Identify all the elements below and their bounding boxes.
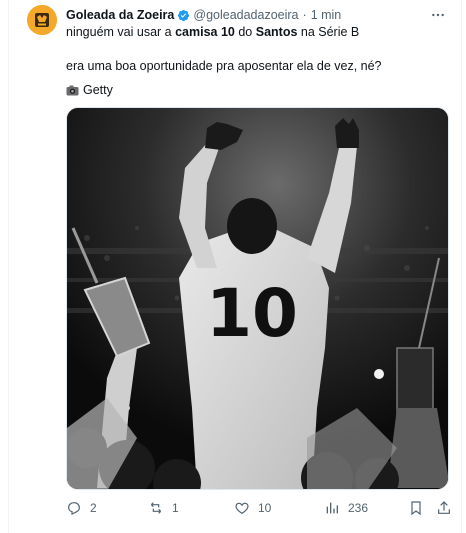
- photo-credit: Getty: [66, 83, 113, 97]
- bold-text: Santos: [255, 25, 298, 39]
- author-name[interactable]: Goleada da Zoeira: [66, 8, 174, 22]
- celebration-photo: 10: [67, 108, 448, 489]
- bookmark-icon: [411, 501, 421, 516]
- jersey-number: 10: [206, 275, 298, 352]
- repost-button[interactable]: 1: [148, 498, 179, 518]
- repost-icon: [150, 502, 162, 514]
- more-options-icon[interactable]: [430, 7, 446, 23]
- like-icon: [235, 502, 249, 515]
- bookmark-button[interactable]: [408, 498, 432, 518]
- like-count: 10: [258, 501, 272, 515]
- camera-icon: [66, 85, 79, 96]
- reply-count: 2: [90, 501, 97, 515]
- verified-badge-icon: [177, 9, 190, 22]
- share-icon: [438, 501, 450, 514]
- credit-text: Getty: [83, 83, 113, 97]
- reply-icon: [68, 502, 80, 515]
- separator-dot: ·: [302, 8, 307, 22]
- tweet-text-line-1: ninguém vai usar a camisa 10 do Santos n…: [66, 25, 359, 39]
- share-button[interactable]: [436, 498, 460, 518]
- tweet-text-line-2: era uma boa oportunidade pra aposentar e…: [66, 59, 382, 73]
- text-segment: do: [234, 25, 256, 39]
- timestamp[interactable]: 1 min: [311, 8, 342, 22]
- text-segment: na Série B: [297, 25, 360, 39]
- tweet-actions: 2 1 10 236: [66, 498, 450, 518]
- reply-button[interactable]: 2: [66, 498, 97, 518]
- author-handle[interactable]: @goleadadazoeira: [193, 8, 298, 22]
- views-count: 236: [348, 501, 369, 515]
- repost-count: 1: [172, 501, 179, 515]
- author-avatar[interactable]: [27, 5, 57, 35]
- like-button[interactable]: 10: [234, 498, 271, 518]
- tweet-photo[interactable]: 10: [66, 107, 449, 490]
- bold-text: camisa 10: [175, 25, 235, 39]
- logo-avatar-icon: [27, 5, 57, 35]
- views-button[interactable]: 236: [324, 498, 368, 518]
- tweet-header: Goleada da Zoeira @goleadadazoeira · 1 m…: [66, 7, 341, 23]
- text-segment: ninguém vai usar a: [66, 25, 176, 39]
- views-icon: [326, 502, 338, 514]
